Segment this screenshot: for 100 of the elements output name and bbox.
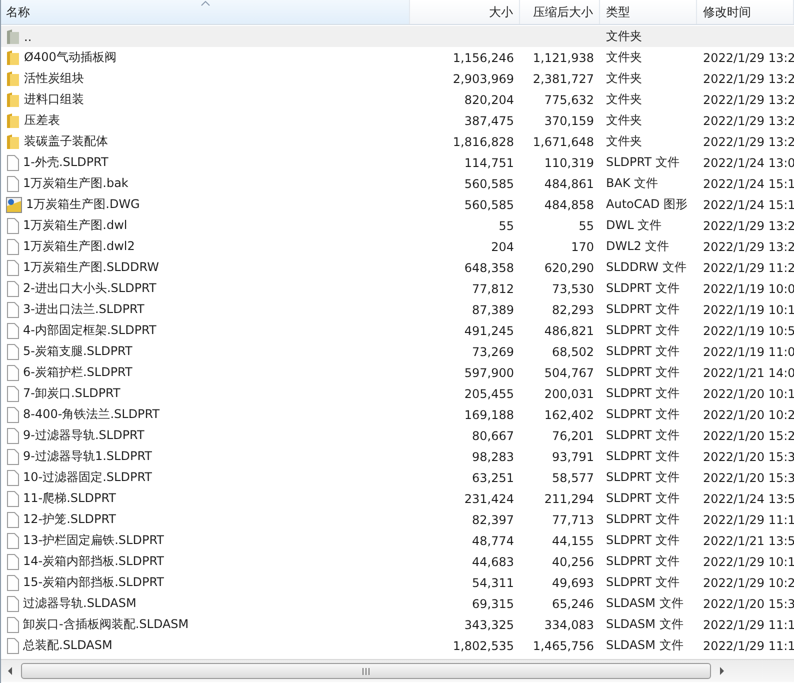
- horizontal-scrollbar[interactable]: [1, 659, 794, 682]
- file-row[interactable]: 进料口组装 820,204 775,632 文件夹 2022/1/29 13:2: [1, 89, 794, 110]
- file-type: SLDPRT 文件: [606, 154, 680, 171]
- file-type: 文件夹: [606, 133, 642, 150]
- file-row[interactable]: 9-过滤器导轨1.SLDPRT 98,283 93,791 SLDPRT 文件 2022/1/20 15:3: [1, 446, 794, 467]
- compressed-size: 77,713: [552, 512, 594, 526]
- file-row[interactable]: 1万炭箱生产图.dwl2 204 170 DWL2 文件 2022/1/29 13:2: [1, 236, 794, 257]
- file-row[interactable]: 装碳盖子装配体 1,816,828 1,671,648 文件夹 2022/1/29 13:2: [1, 131, 794, 152]
- file-name: 过滤器导轨.SLDASM: [23, 595, 136, 612]
- modified-time: 2022/1/29 13:2: [703, 114, 794, 128]
- file-size: 73,269: [472, 344, 514, 358]
- file-icon: [6, 428, 19, 444]
- file-type: 文件夹: [606, 28, 642, 45]
- file-size: 204: [491, 240, 514, 254]
- file-row[interactable]: 活性炭组块 2,903,969 2,381,727 文件夹 2022/1/29 13:2: [1, 68, 794, 89]
- file-name: 14-炭箱内部挡板.SLDPRT: [23, 553, 164, 570]
- file-row[interactable]: 7-卸炭口.SLDPRT 205,455 200,031 SLDPRT 文件 2022/1/20 10:1: [1, 383, 794, 404]
- file-row[interactable]: 压差表 387,475 370,159 文件夹 2022/1/29 13:2: [1, 110, 794, 131]
- file-type: AutoCAD 图形: [606, 196, 688, 213]
- file-row[interactable]: 1万炭箱生产图.dwl 55 55 DWL 文件 2022/1/29 13:2: [1, 215, 794, 236]
- modified-time: 2022/1/29 11:1: [703, 618, 794, 632]
- file-name: 1万炭箱生产图.dwl: [23, 217, 128, 234]
- file-name: 4-内部固定框架.SLDPRT: [23, 322, 156, 339]
- column-header[interactable]: 名称: [1, 0, 410, 24]
- file-row[interactable]: 3-进出口法兰.SLDPRT 87,389 82,293 SLDPRT 文件 2022/1/19 10:1: [1, 299, 794, 320]
- file-type: SLDPRT 文件: [606, 406, 680, 423]
- compressed-size: 44,155: [552, 534, 594, 548]
- file-row[interactable]: Ø400气动插板阀 1,156,246 1,121,938 文件夹 2022/1/29 13:2: [1, 47, 794, 68]
- compressed-size: 170: [571, 240, 594, 254]
- modified-time: 2022/1/29 13:2: [703, 134, 794, 148]
- file-row[interactable]: 8-400-角铁法兰.SLDPRT 169,188 162,402 SLDPRT 文件 2022/1/20 10:2: [1, 404, 794, 425]
- file-row[interactable]: 卸炭口-含插板阀装配.SLDASM 343,325 334,083 SLDASM 文件 2022/1/29 11:1: [1, 614, 794, 635]
- file-icon: [6, 364, 19, 380]
- column-header[interactable]: 大小: [410, 0, 520, 24]
- file-row[interactable]: 4-内部固定框架.SLDPRT 491,245 486,821 SLDPRT 文件 2022/1/19 10:5: [1, 320, 794, 341]
- modified-time: 2022/1/20 10:2: [703, 408, 794, 422]
- file-type: SLDDRW 文件: [606, 259, 686, 276]
- file-row[interactable]: 11-爬梯.SLDPRT 231,424 211,294 SLDPRT 文件 2022/1/24 13:5: [1, 488, 794, 509]
- modified-time: 2022/1/21 13:5: [703, 534, 794, 548]
- file-row[interactable]: 1万炭箱生产图.SLDDRW 648,358 620,290 SLDDRW 文件 2022/1/29 11:2: [1, 257, 794, 278]
- scroll-right-icon[interactable]: [719, 667, 725, 675]
- file-size: 82,397: [472, 512, 514, 526]
- modified-time: 2022/1/29 11:2: [703, 260, 794, 274]
- modified-time: 2022/1/20 15:3: [703, 450, 794, 464]
- compressed-size: 484,861: [544, 176, 594, 190]
- file-size: 44,683: [472, 554, 514, 568]
- column-header[interactable]: 压缩后大小: [520, 0, 600, 24]
- file-row[interactable]: 12-护笼.SLDPRT 82,397 77,713 SLDPRT 文件 2022/1/29 11:1: [1, 509, 794, 530]
- folder-icon: [6, 112, 20, 128]
- file-icon: [6, 406, 19, 422]
- file-row[interactable]: 10-过滤器固定.SLDPRT 63,251 58,577 SLDPRT 文件 2022/1/20 15:3: [1, 467, 794, 488]
- modified-time: 2022/1/20 15:3: [703, 596, 794, 610]
- file-type: SLDPRT 文件: [606, 385, 680, 402]
- file-row[interactable]: 总装配.SLDASM 1,802,535 1,465,756 SLDASM 文件 2022/1/29 11:1: [1, 635, 794, 656]
- modified-time: 2022/1/29 13:2: [703, 92, 794, 106]
- compressed-size: 2,381,727: [532, 72, 594, 86]
- modified-time: 2022/1/29 10:2: [703, 576, 794, 590]
- compressed-size: 486,821: [544, 324, 594, 338]
- file-row[interactable]: 过滤器导轨.SLDASM 69,315 65,246 SLDASM 文件 2022/1/20 15:3: [1, 593, 794, 614]
- file-icon: [6, 638, 19, 654]
- scroll-left-icon[interactable]: [7, 667, 13, 675]
- file-size: 1,802,535: [452, 638, 514, 652]
- file-type: SLDPRT 文件: [606, 469, 680, 486]
- modified-time: 2022/1/24 15:1: [703, 176, 794, 190]
- file-name: 1万炭箱生产图.dwl2: [23, 238, 135, 255]
- column-header[interactable]: 类型: [600, 0, 697, 24]
- column-header[interactable]: 修改时间: [697, 0, 794, 24]
- file-size: 114,751: [464, 156, 514, 170]
- compressed-size: 334,083: [544, 618, 594, 632]
- file-type: SLDPRT 文件: [606, 301, 680, 318]
- file-row[interactable]: .. 文件夹: [1, 26, 794, 47]
- file-name: 进料口组装: [24, 91, 84, 108]
- file-type: SLDPRT 文件: [606, 532, 680, 549]
- folder-icon: [6, 28, 20, 44]
- scrollbar-thumb[interactable]: [21, 663, 711, 679]
- file-size: 597,900: [464, 366, 514, 380]
- modified-time: 2022/1/29 10:1: [703, 554, 794, 568]
- file-size: 2,903,969: [452, 72, 514, 86]
- compressed-size: 40,256: [552, 554, 594, 568]
- file-icon: [6, 218, 19, 234]
- file-size: 231,424: [464, 492, 514, 506]
- file-type: DWL 文件: [606, 217, 662, 234]
- file-row[interactable]: 9-过滤器导轨.SLDPRT 80,667 76,201 SLDPRT 文件 2022/1/20 15:2: [1, 425, 794, 446]
- file-name: 压差表: [24, 112, 60, 129]
- file-size: 560,585: [464, 198, 514, 212]
- file-row[interactable]: 13-护栏固定扁铁.SLDPRT 48,774 44,155 SLDPRT 文件 2022/1/21 13:5: [1, 530, 794, 551]
- grip-icon: [362, 668, 370, 674]
- file-size: 387,475: [464, 114, 514, 128]
- compressed-size: 1,121,938: [532, 50, 594, 64]
- file-row[interactable]: 1万炭箱生产图.bak 560,585 484,861 BAK 文件 2022/1/24 15:1: [1, 173, 794, 194]
- file-row[interactable]: 14-炭箱内部挡板.SLDPRT 44,683 40,256 SLDPRT 文件 2022/1/29 10:1: [1, 551, 794, 572]
- file-type: SLDPRT 文件: [606, 364, 680, 381]
- file-type: SLDPRT 文件: [606, 511, 680, 528]
- modified-time: 2022/1/29 13:2: [703, 218, 794, 232]
- compressed-size: 1,671,648: [532, 134, 594, 148]
- file-row[interactable]: 1万炭箱生产图.DWG 560,585 484,858 AutoCAD 图形 2022/1/24 15:1: [1, 194, 794, 215]
- file-size: 63,251: [472, 470, 514, 484]
- file-name: 1-外壳.SLDPRT: [23, 154, 108, 171]
- file-name: 总装配.SLDASM: [23, 637, 112, 654]
- file-row[interactable]: 15-炭箱内部挡板.SLDPRT 54,311 49,693 SLDPRT 文件 2022/1/29 10:2: [1, 572, 794, 593]
